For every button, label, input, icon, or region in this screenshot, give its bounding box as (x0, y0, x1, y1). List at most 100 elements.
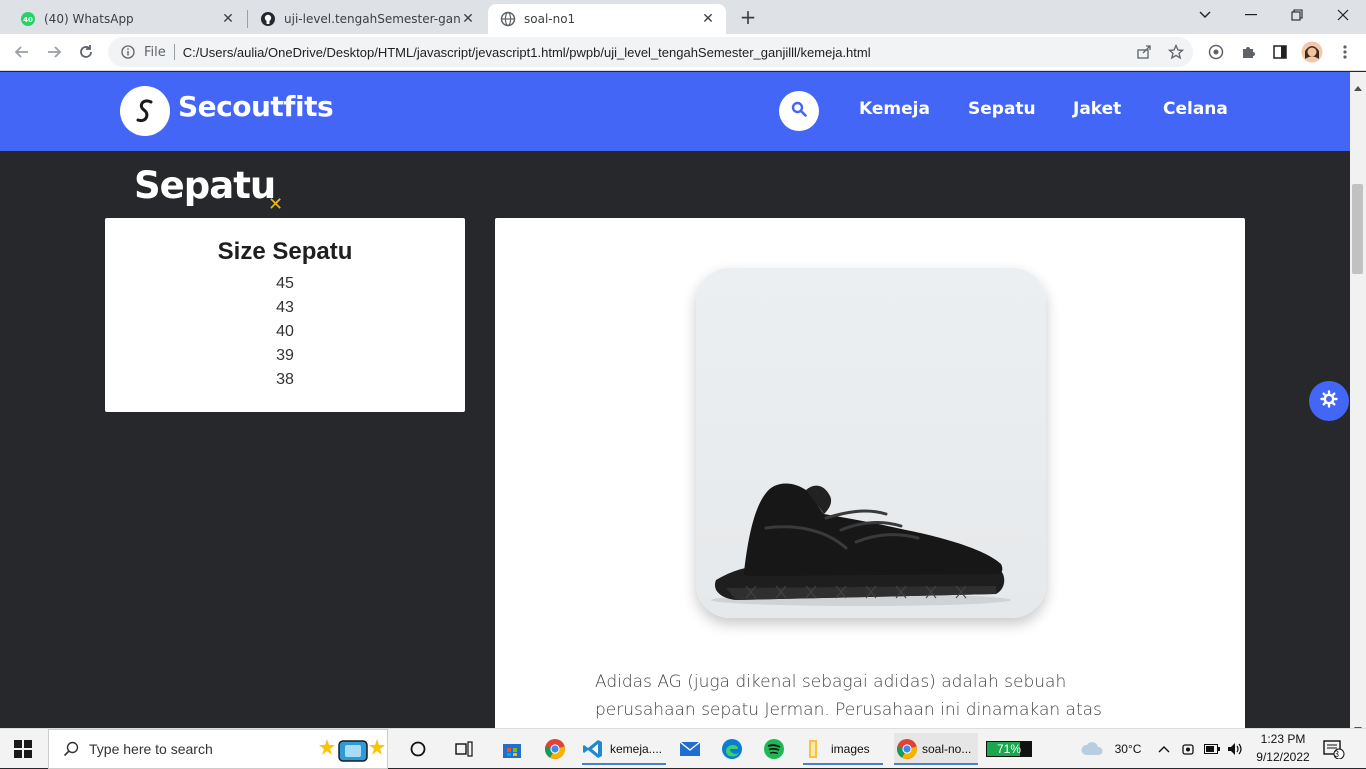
cortana-icon[interactable] (406, 733, 430, 765)
size-list: 45 43 40 39 38 (105, 272, 465, 392)
chrome-icon (896, 738, 918, 760)
brand-name[interactable]: Secoutfits (178, 90, 334, 123)
store-icon[interactable] (500, 733, 524, 765)
scroll-thumb[interactable] (1352, 184, 1363, 274)
extensions-puzzle-icon[interactable] (1237, 41, 1259, 63)
tab-title: soal-no1 (524, 12, 576, 26)
edge-icon[interactable] (720, 733, 744, 765)
more-menu-icon[interactable] (1334, 41, 1356, 63)
page-viewport: Secoutfits Kemeja Sepatu Jaket Celana Se… (0, 72, 1350, 728)
battery-icon: 71% (986, 741, 1032, 757)
taskbar-search-box[interactable]: Type here to search (48, 729, 388, 769)
spotify-icon[interactable] (762, 733, 786, 765)
size-card-title: Size Sepatu (217, 238, 353, 265)
extension-circle-icon[interactable] (1205, 41, 1227, 63)
settings-fab[interactable] (1309, 381, 1349, 421)
battery-tray-icon[interactable] (1203, 733, 1221, 765)
chrome-icon[interactable] (543, 733, 567, 765)
windows-taskbar: Type here to search kemeja.... images so… (0, 728, 1366, 769)
size-card: Size Sepatu 45 43 40 39 38 (105, 218, 465, 412)
scroll-up-icon[interactable] (1354, 76, 1362, 95)
search-icon (63, 741, 79, 757)
address-divider (173, 44, 175, 60)
browser-tabstrip: 40 (40) WhatsApp ✕ uji-level.tengahSemes… (0, 0, 1366, 34)
task-view-icon[interactable] (452, 733, 476, 765)
search-button[interactable] (779, 91, 819, 131)
profile-avatar[interactable] (1301, 41, 1323, 63)
size-item: 39 (276, 347, 294, 364)
size-item: 43 (276, 299, 294, 316)
close-icon[interactable]: ✕ (460, 11, 476, 27)
browser-toolbar: File C:/Users/aulia/OneDrive/Desktop/HTM… (0, 34, 1366, 71)
camera-tray-icon[interactable] (1180, 733, 1196, 765)
active-app-indicator (803, 763, 883, 765)
tab-soal-no1[interactable]: soal-no1 ✕ (488, 4, 726, 34)
clock-time[interactable]: 1:23 PM (1250, 732, 1316, 746)
whatsapp-icon: 40 (20, 11, 36, 27)
forward-icon[interactable] (42, 40, 66, 64)
battery-indicator[interactable]: 71% (986, 733, 1036, 765)
nav-link-sepatu[interactable]: Sepatu (968, 99, 1036, 119)
tab-title: uji-level.tengahSemester-ganjil/u (284, 12, 460, 26)
taskbar-app-chrome[interactable]: soal-no... (894, 733, 978, 765)
brand-logo-icon[interactable] (120, 86, 170, 136)
notification-count: 3 (1334, 749, 1340, 759)
size-item: 38 (276, 371, 294, 388)
product-card: Adidas AG (juga dikenal sebagai adidas) … (495, 218, 1245, 728)
minimize-icon[interactable] (1228, 0, 1274, 30)
bookmark-star-icon[interactable] (1165, 41, 1187, 63)
tab-search-chevron-icon[interactable] (1182, 0, 1228, 30)
tray-chevron-up-icon[interactable] (1156, 733, 1172, 765)
mail-icon[interactable] (678, 733, 702, 765)
scheme-label: File (144, 44, 166, 60)
search-icon (791, 101, 807, 121)
share-icon[interactable] (1133, 41, 1155, 63)
taskbar-app-label: soal-no... (922, 742, 972, 756)
size-item: 45 (276, 275, 294, 292)
sneaker-image (696, 268, 1046, 618)
reload-icon[interactable] (74, 40, 98, 64)
active-app-indicator (582, 763, 666, 765)
tab-whatsapp[interactable]: 40 (40) WhatsApp ✕ (8, 4, 246, 34)
page-title: Sepatu (134, 164, 276, 207)
windows-start-icon[interactable] (14, 740, 32, 758)
whatsapp-badge: 40 (23, 16, 33, 24)
active-app-indicator (894, 763, 978, 765)
size-item: 40 (276, 323, 294, 340)
nav-link-kemeja[interactable]: Kemeja (859, 99, 930, 119)
side-panel-icon[interactable] (1269, 41, 1291, 63)
vscode-icon (582, 738, 604, 760)
weather-cloud-icon[interactable] (1080, 733, 1104, 765)
battery-percent: 71% (996, 742, 1022, 756)
heading-decoration-icon: ✕ (268, 194, 284, 215)
temperature-text[interactable]: 30°C (1108, 742, 1148, 756)
volume-icon[interactable] (1226, 733, 1244, 765)
restore-icon[interactable] (1274, 0, 1320, 30)
taskbar-app-label: kemeja.... (610, 742, 663, 756)
page-scrollbar[interactable] (1350, 72, 1366, 732)
github-icon (260, 11, 276, 27)
product-description: Adidas AG (juga dikenal sebagai adidas) … (595, 672, 1102, 720)
address-bar[interactable]: File C:/Users/aulia/OneDrive/Desktop/HTM… (108, 37, 1193, 67)
gear-icon (1320, 390, 1338, 412)
info-icon[interactable] (120, 44, 136, 60)
clock-date[interactable]: 9/12/2022 (1250, 750, 1316, 764)
notification-center-icon[interactable]: 3 (1322, 733, 1346, 765)
taskbar-app-images[interactable]: images (803, 733, 883, 765)
folder-icon (803, 739, 823, 759)
globe-icon (500, 11, 516, 27)
close-window-icon[interactable] (1320, 0, 1366, 30)
nav-link-jaket[interactable]: Jaket (1073, 99, 1121, 119)
new-tab-icon[interactable]: + (736, 6, 760, 30)
taskbar-app-label: images (831, 742, 870, 756)
tab-title: (40) WhatsApp (44, 12, 134, 26)
site-header: Secoutfits Kemeja Sepatu Jaket Celana (0, 72, 1350, 151)
close-icon[interactable]: ✕ (220, 11, 236, 27)
back-icon[interactable] (10, 40, 34, 64)
nav-link-celana[interactable]: Celana (1163, 99, 1228, 119)
url-text[interactable]: C:/Users/aulia/OneDrive/Desktop/HTML/jav… (183, 45, 871, 60)
search-highlight-icon (319, 735, 385, 765)
taskbar-app-vscode[interactable]: kemeja.... (582, 733, 666, 765)
tab-github[interactable]: uji-level.tengahSemester-ganjil/u ✕ (248, 4, 486, 34)
close-icon[interactable]: ✕ (700, 11, 716, 27)
